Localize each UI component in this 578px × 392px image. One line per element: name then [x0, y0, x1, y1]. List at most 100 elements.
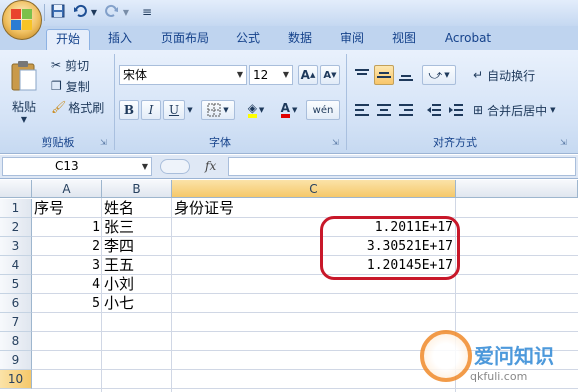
copy-icon: ❐ — [51, 79, 62, 93]
customize-quick-access-icon[interactable]: ≡ — [140, 4, 154, 21]
grow-font-icon: A — [300, 68, 310, 82]
align-center-button[interactable] — [374, 100, 394, 120]
align-top-button[interactable] — [352, 65, 372, 85]
cell-b1[interactable]: 姓名 — [104, 199, 134, 218]
phonetic-icon: wén — [312, 104, 334, 116]
align-left-icon — [355, 104, 369, 116]
cell-b5[interactable]: 小刘 — [104, 275, 134, 294]
align-right-button[interactable] — [396, 100, 416, 120]
grow-font-button[interactable]: A ▲ — [298, 65, 318, 85]
clipboard-launcher-icon[interactable]: ⇲ — [100, 138, 107, 147]
font-launcher-icon[interactable]: ⇲ — [332, 138, 339, 147]
borders-icon — [207, 103, 221, 117]
column-header-c[interactable]: C — [172, 180, 456, 198]
chevron-down-icon: ▼ — [223, 106, 229, 114]
decrease-indent-button[interactable] — [424, 100, 444, 120]
ribbon-tabs: 开始 插入 页面布局 公式 数据 审阅 视图 Acrobat — [0, 26, 578, 50]
cell-a4[interactable]: 3 — [32, 256, 100, 275]
cut-label: 剪切 — [65, 58, 90, 73]
cell-a6[interactable]: 5 — [32, 294, 100, 313]
cell-b3[interactable]: 李四 — [104, 237, 134, 256]
paste-dropdown-icon: ▼ — [20, 115, 28, 124]
insert-function-button[interactable]: fx — [205, 159, 216, 173]
paste-button[interactable]: 粘贴 ▼ — [4, 54, 44, 130]
save-icon[interactable] — [50, 4, 66, 21]
undo-dropdown-icon[interactable]: ▼ — [89, 4, 99, 21]
align-middle-button[interactable] — [374, 65, 394, 85]
font-name-select[interactable]: 宋体 ▼ — [119, 65, 247, 85]
redo-icon[interactable] — [104, 4, 120, 21]
italic-button[interactable]: I — [141, 100, 161, 120]
phonetic-button[interactable]: wén — [306, 100, 340, 120]
tab-acrobat[interactable]: Acrobat — [436, 29, 500, 50]
column-header-b[interactable]: B — [102, 180, 172, 198]
row-header[interactable]: 8 — [0, 332, 32, 351]
row-header[interactable]: 5 — [0, 275, 32, 294]
tab-view[interactable]: 视图 — [384, 29, 424, 50]
select-all-corner[interactable] — [0, 180, 32, 198]
formula-input[interactable] — [228, 157, 576, 176]
underline-button[interactable]: U — [163, 100, 185, 120]
align-bottom-icon — [399, 75, 413, 81]
cell-b6[interactable]: 小七 — [104, 294, 134, 313]
column-header-d[interactable] — [456, 180, 578, 198]
row-header[interactable]: 2 — [0, 218, 32, 237]
chevron-down-icon: ▼ — [236, 70, 244, 79]
tab-review[interactable]: 审阅 — [332, 29, 372, 50]
font-name-value: 宋体 — [123, 68, 148, 82]
column-header-a[interactable]: A — [32, 180, 102, 198]
tab-home[interactable]: 开始 — [46, 29, 90, 50]
merge-center-button[interactable]: ⊞ 合并后居中 ▼ — [472, 100, 572, 120]
row-header[interactable]: 6 — [0, 294, 32, 313]
row-header[interactable]: 7 — [0, 313, 32, 332]
font-color-button[interactable]: A ▼ — [274, 100, 304, 120]
cell-b4[interactable]: 王五 — [104, 256, 134, 275]
decrease-indent-icon — [427, 104, 441, 116]
shrink-font-button[interactable]: A ▼ — [320, 65, 340, 85]
tab-data[interactable]: 数据 — [280, 29, 320, 50]
cut-button[interactable]: ✂ 剪切 — [50, 56, 106, 74]
bold-button[interactable]: B — [119, 100, 139, 120]
cell-c1[interactable]: 身份证号 — [174, 199, 234, 218]
formula-bar: C13 ▼ fx — [0, 155, 578, 179]
font-color-icon: A — [280, 102, 290, 118]
row-header[interactable]: 10 — [0, 370, 32, 389]
chevron-down-icon: ▼ — [282, 70, 290, 79]
office-button[interactable] — [2, 0, 42, 40]
cell-a3[interactable]: 2 — [32, 237, 100, 256]
cell-b2[interactable]: 张三 — [104, 218, 134, 237]
cell-a2[interactable]: 1 — [32, 218, 100, 237]
redo-dropdown-icon[interactable]: ▼ — [121, 4, 131, 21]
cell-a5[interactable]: 4 — [32, 275, 100, 294]
row-header[interactable]: 9 — [0, 351, 32, 370]
orientation-icon: ⤻ — [428, 67, 443, 83]
underline-dropdown-icon[interactable]: ▼ — [185, 100, 195, 120]
name-box[interactable]: C13 ▼ — [2, 157, 152, 176]
watermark-text: 爱问知识 — [474, 344, 554, 368]
row-header[interactable]: 4 — [0, 256, 32, 275]
formula-bar-resize-handle[interactable] — [160, 159, 190, 174]
copy-button[interactable]: ❐ 复制 — [50, 77, 106, 95]
row-header[interactable]: 1 — [0, 199, 32, 218]
tab-insert[interactable]: 插入 — [100, 29, 140, 50]
align-bottom-button[interactable] — [396, 65, 416, 85]
format-painter-button[interactable]: 🖌 格式刷 — [50, 98, 110, 116]
tab-formulas[interactable]: 公式 — [228, 29, 268, 50]
alignment-launcher-icon[interactable]: ⇲ — [560, 138, 567, 147]
ribbon: 粘贴 ▼ ✂ 剪切 ❐ 复制 🖌 格式刷 剪贴板 ⇲ 宋体 ▼ 12 ▼ A ▲ … — [0, 50, 578, 154]
orientation-button[interactable]: ⤻ ▼ — [422, 65, 456, 85]
shrink-font-icon: A — [323, 69, 332, 81]
tab-page-layout[interactable]: 页面布局 — [152, 29, 218, 50]
row-header[interactable]: 3 — [0, 237, 32, 256]
align-center-icon — [377, 104, 391, 116]
borders-button[interactable]: ▼ — [201, 100, 235, 120]
wrap-text-button[interactable]: ↵ 自动换行 — [472, 65, 552, 85]
increase-indent-button[interactable] — [446, 100, 466, 120]
align-left-button[interactable] — [352, 100, 372, 120]
undo-icon[interactable] — [72, 4, 88, 21]
chevron-down-icon: ▼ — [550, 106, 556, 114]
fill-color-button[interactable]: ◈ ▼ — [240, 100, 272, 120]
font-size-select[interactable]: 12 ▼ — [249, 65, 293, 85]
chevron-down-icon: ▼ — [141, 162, 148, 171]
cell-a1[interactable]: 序号 — [34, 199, 64, 218]
